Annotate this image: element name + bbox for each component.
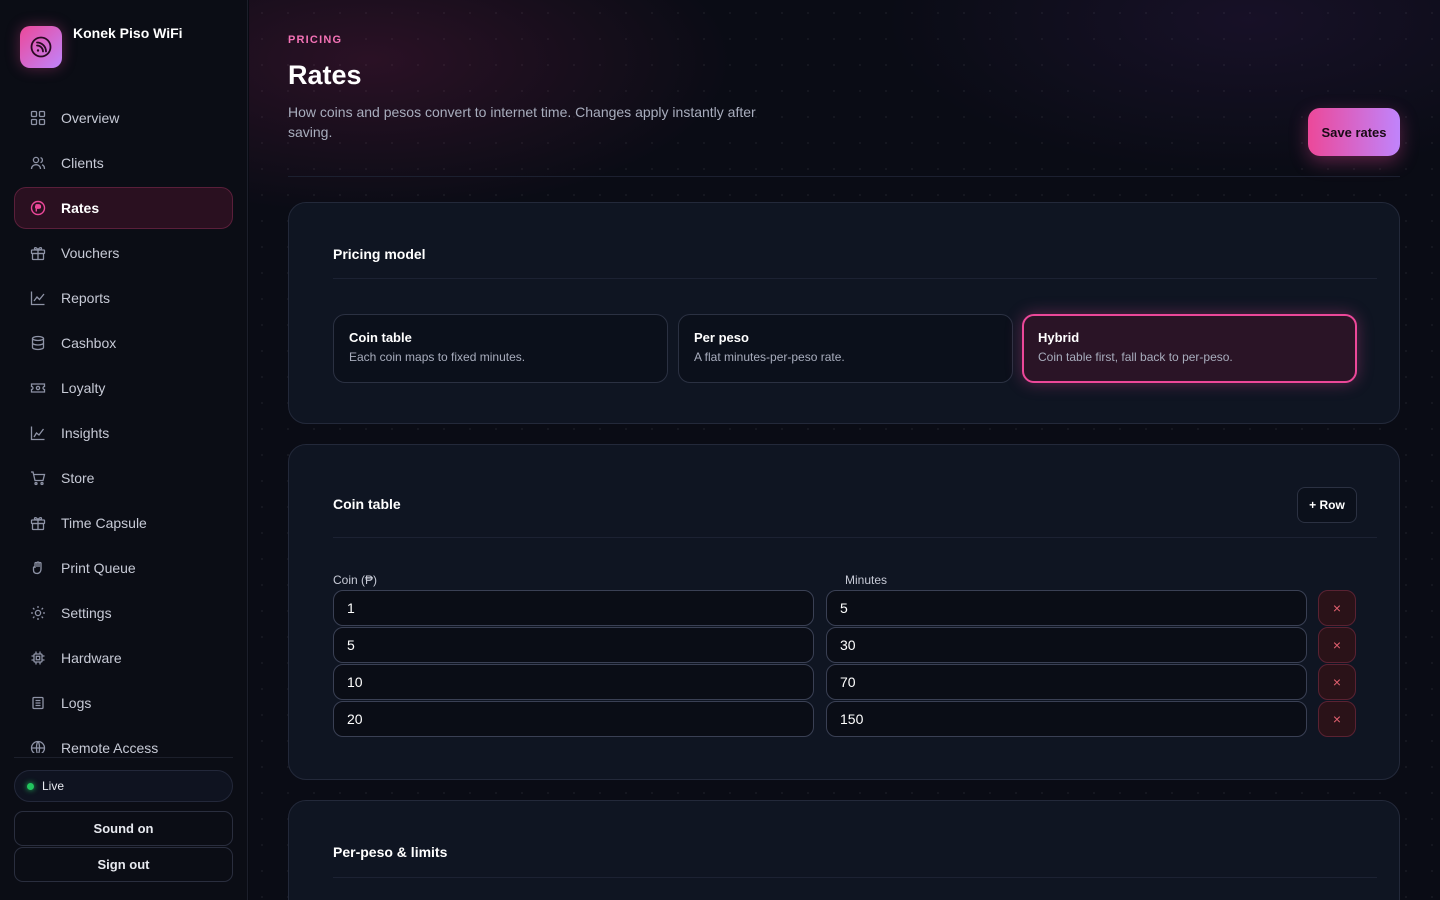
main-content: PRICING Rates How coins and pesos conver… <box>249 0 1440 900</box>
page-eyebrow: PRICING <box>288 34 343 46</box>
add-row-button[interactable]: + Row <box>1297 487 1357 523</box>
delete-row-button[interactable]: × <box>1318 664 1356 700</box>
card-divider <box>333 278 1377 279</box>
sidebar-item-time-capsule[interactable]: Time Capsule <box>14 502 233 544</box>
globe-icon <box>29 739 47 753</box>
ticket-icon <box>29 379 47 397</box>
gift-icon <box>29 244 47 262</box>
cart-icon <box>29 469 47 487</box>
delete-row-button[interactable]: × <box>1318 701 1356 737</box>
sidebar-item-settings[interactable]: Settings <box>14 592 233 634</box>
sidebar-item-label: Print Queue <box>61 560 136 576</box>
coin-input[interactable] <box>333 664 814 700</box>
sidebar-item-hardware[interactable]: Hardware <box>14 637 233 679</box>
sidebar-divider <box>14 757 233 758</box>
sidebar-nav: Overview Clients Rates Vouchers Reports … <box>14 97 233 753</box>
delete-row-button[interactable]: × <box>1318 590 1356 626</box>
wifi-logo-icon <box>20 26 62 68</box>
card-title: Per-peso & limits <box>333 844 448 860</box>
sidebar-item-label: Time Capsule <box>61 515 147 531</box>
peso-icon <box>29 199 47 217</box>
coin-input[interactable] <box>333 627 814 663</box>
sidebar-item-logs[interactable]: Logs <box>14 682 233 724</box>
pricing-option-coin-table[interactable]: Coin table Each coin maps to fixed minut… <box>333 314 668 383</box>
coin-column-header: Coin (₱) <box>333 573 378 587</box>
sidebar-item-rates[interactable]: Rates <box>14 187 233 229</box>
sidebar-item-label: Remote Access <box>61 740 159 753</box>
sidebar-item-label: Store <box>61 470 95 486</box>
card-title: Pricing model <box>333 246 426 262</box>
delete-row-button[interactable]: × <box>1318 627 1356 663</box>
sidebar-item-label: Loyalty <box>61 380 106 396</box>
sidebar-item-overview[interactable]: Overview <box>14 97 233 139</box>
sound-toggle-button[interactable]: Sound on <box>14 811 233 846</box>
coin-table-card: Coin table + Row Coin (₱) Minutes × × × … <box>288 444 1400 780</box>
list-icon <box>29 694 47 712</box>
card-title: Coin table <box>333 496 401 512</box>
option-title: Hybrid <box>1038 330 1080 345</box>
app-name: Konek Piso WiFi <box>73 25 183 41</box>
coin-input[interactable] <box>333 590 814 626</box>
minutes-input[interactable] <box>826 627 1307 663</box>
grid-icon <box>29 109 47 127</box>
header-divider <box>288 176 1400 177</box>
coin-input[interactable] <box>333 701 814 737</box>
page-subtitle: How coins and pesos convert to internet … <box>288 104 756 140</box>
pricing-option-per-peso[interactable]: Per peso A flat minutes-per-peso rate. <box>678 314 1013 383</box>
sidebar-item-loyalty[interactable]: Loyalty <box>14 367 233 409</box>
option-title: Per peso <box>694 330 749 345</box>
hand-icon <box>29 559 47 577</box>
sidebar-item-label: Overview <box>61 110 120 126</box>
sidebar-item-vouchers[interactable]: Vouchers <box>14 232 233 274</box>
close-icon: × <box>1332 637 1342 653</box>
sidebar: Konek Piso WiFi Overview Clients Rates V… <box>0 0 248 900</box>
minutes-input[interactable] <box>826 590 1307 626</box>
option-title: Coin table <box>349 330 412 345</box>
brand: Konek Piso WiFi <box>20 25 183 68</box>
status-badge: Live <box>14 770 233 802</box>
sidebar-item-label: Cashbox <box>61 335 117 351</box>
save-rates-button[interactable]: Save rates <box>1308 108 1400 156</box>
card-divider <box>333 877 1377 878</box>
trend-icon <box>29 424 47 442</box>
sign-out-button[interactable]: Sign out <box>14 847 233 882</box>
sidebar-item-insights[interactable]: Insights <box>14 412 233 454</box>
pricing-model-card: Pricing model Coin table Each coin maps … <box>288 202 1400 424</box>
sidebar-item-label: Rates <box>61 200 100 216</box>
live-dot-icon <box>27 782 34 790</box>
sidebar-item-clients[interactable]: Clients <box>14 142 233 184</box>
chip-icon <box>29 649 47 667</box>
sidebar-item-label: Logs <box>61 695 92 711</box>
sidebar-item-remote-access[interactable]: Remote Access <box>14 727 233 753</box>
sidebar-item-label: Clients <box>61 155 104 171</box>
minutes-input[interactable] <box>826 664 1307 700</box>
users-icon <box>29 154 47 172</box>
chart-line-icon <box>29 289 47 307</box>
database-icon <box>29 334 47 352</box>
sun-gear-icon <box>29 604 47 622</box>
minutes-input[interactable] <box>826 701 1307 737</box>
close-icon: × <box>1332 711 1342 727</box>
sidebar-item-reports[interactable]: Reports <box>14 277 233 319</box>
sidebar-item-label: Insights <box>61 425 110 441</box>
limits-card: Per-peso & limits <box>288 800 1400 900</box>
card-divider <box>333 537 1377 538</box>
gift-icon <box>29 514 47 532</box>
sidebar-item-store[interactable]: Store <box>14 457 233 499</box>
sidebar-item-label: Hardware <box>61 650 122 666</box>
sidebar-item-print-queue[interactable]: Print Queue <box>14 547 233 589</box>
option-description: Each coin maps to fixed minutes. <box>349 350 526 364</box>
sidebar-item-label: Vouchers <box>61 245 120 261</box>
status-label: Live <box>42 779 65 793</box>
pricing-option-hybrid[interactable]: Hybrid Coin table first, fall back to pe… <box>1022 314 1357 383</box>
minutes-column-header: Minutes <box>845 573 888 587</box>
sidebar-item-label: Settings <box>61 605 112 621</box>
option-description: A flat minutes-per-peso rate. <box>694 350 845 364</box>
close-icon: × <box>1332 600 1342 616</box>
option-description: Coin table first, fall back to per-peso. <box>1038 350 1233 364</box>
page-title: Rates <box>288 60 362 90</box>
sidebar-item-cashbox[interactable]: Cashbox <box>14 322 233 364</box>
sidebar-item-label: Reports <box>61 290 111 306</box>
close-icon: × <box>1332 674 1342 690</box>
